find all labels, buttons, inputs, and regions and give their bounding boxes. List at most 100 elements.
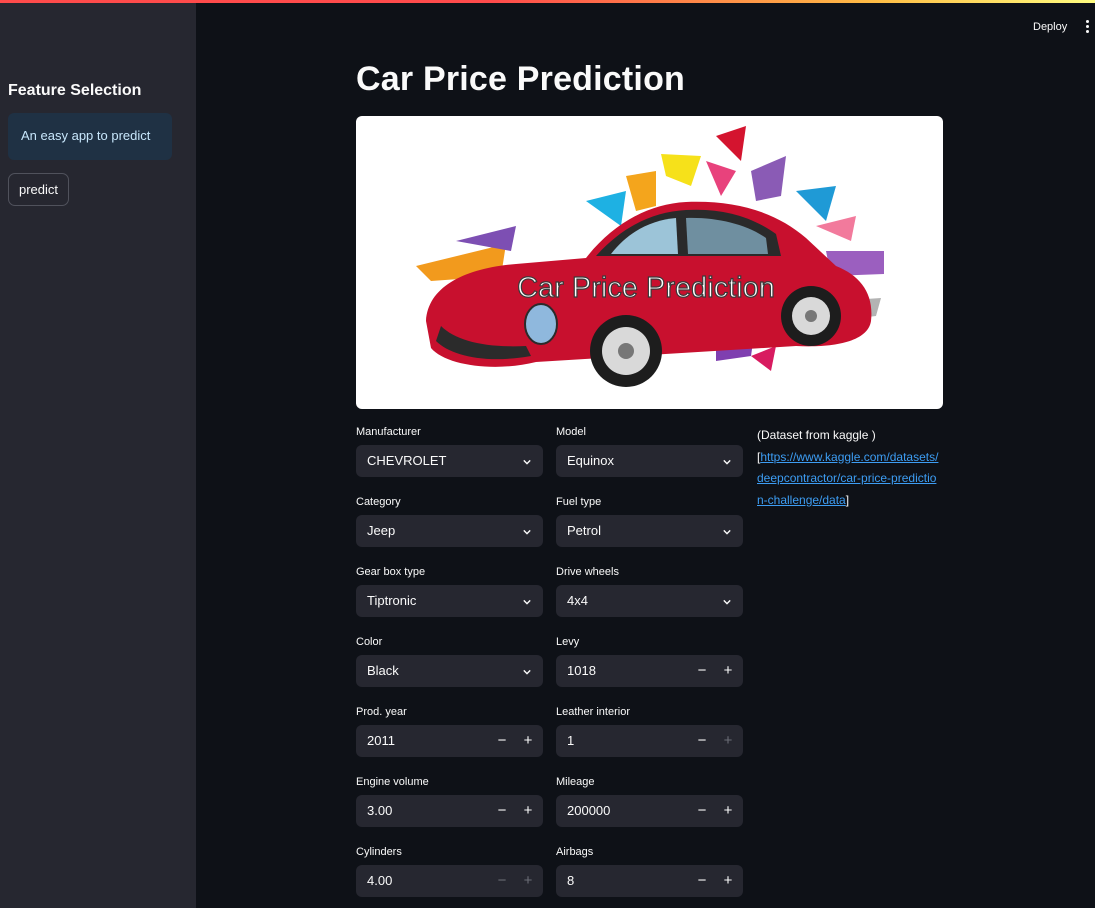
leather-interior-value: 1 [567,733,575,748]
drive-wheels-select[interactable]: 4x4 [556,585,743,617]
cylinders-value: 4.00 [367,873,393,888]
model-label: Model [556,426,586,438]
airbags-value: 8 [567,873,575,888]
color-field: Color Black [356,635,543,687]
levy-field: Levy 1018 − + [556,635,743,687]
prod-year-field: Prod. year 2011 − + [356,705,543,757]
banner-image: Car Price Prediction [356,116,943,409]
decor-shape [456,226,516,251]
drive-wheels-field: Drive wheels 4x4 [556,565,743,617]
model-select[interactable]: Equinox [556,445,743,477]
chevron-down-icon [523,599,531,605]
cylinders-field: Cylinders 4.00 − + [356,845,543,897]
category-select[interactable]: Jeep [356,515,543,547]
prod-year-input[interactable]: 2011 − + [356,725,543,757]
decor-shape [796,186,836,221]
decrement-button[interactable]: − [689,795,715,827]
cylinders-label: Cylinders [356,846,402,858]
dataset-note: (Dataset from kaggle ) [https://www.kagg… [757,425,942,511]
mileage-input[interactable]: 200000 − + [556,795,743,827]
mileage-field: Mileage 200000 − + [556,775,743,827]
decrement-button[interactable]: − [689,865,715,897]
increment-button[interactable]: + [715,655,741,687]
decor-shape [586,191,626,226]
fuel-type-value: Petrol [567,523,601,538]
engine-volume-field: Engine volume 3.00 − + [356,775,543,827]
mileage-value: 200000 [567,803,611,818]
banner-text: Car Price Prediction [517,272,775,304]
color-value: Black [367,663,399,678]
gear-box-label: Gear box type [356,566,426,578]
increment-button[interactable]: + [515,725,541,757]
fuel-type-label: Fuel type [556,496,602,508]
category-value: Jeep [367,523,396,538]
cylinders-input[interactable]: 4.00 − + [356,865,543,897]
manufacturer-label: Manufacturer [356,426,421,438]
color-label: Color [356,636,383,648]
increment-button[interactable]: + [715,865,741,897]
engine-volume-label: Engine volume [356,776,429,788]
decor-shape [706,161,736,196]
decor-shape [661,154,701,186]
prod-year-label: Prod. year [356,706,407,718]
increment-button[interactable]: + [715,725,741,757]
car-wheel [618,343,634,359]
model-value: Equinox [567,453,614,468]
gear-box-field: Gear box type Tiptronic [356,565,543,617]
decrement-button[interactable]: − [489,795,515,827]
decor-shape [716,126,746,161]
vertical-dots-icon[interactable] [1086,20,1090,34]
dataset-bracket-close: ] [845,492,850,507]
increment-button[interactable]: + [715,795,741,827]
category-field: Category Jeep [356,495,543,547]
leather-interior-label: Leather interior [556,706,630,718]
chevron-down-icon [523,669,531,675]
car-illustration: Car Price Prediction [416,126,884,387]
decrement-button[interactable]: − [489,865,515,897]
predict-button[interactable]: predict [8,173,69,206]
increment-button[interactable]: + [515,795,541,827]
decor-shape [751,346,776,371]
decor-shape [816,216,856,241]
airbags-input[interactable]: 8 − + [556,865,743,897]
manufacturer-select[interactable]: CHEVROLET [356,445,543,477]
car-wheel [805,310,817,322]
engine-volume-value: 3.00 [367,803,393,818]
sidebar: Feature Selection An easy app to predict… [0,3,196,908]
fuel-type-select[interactable]: Petrol [556,515,743,547]
manufacturer-value: CHEVROLET [367,453,447,468]
engine-volume-input[interactable]: 3.00 − + [356,795,543,827]
manufacturer-field: Manufacturer CHEVROLET [356,425,543,477]
decrement-button[interactable]: − [689,725,715,757]
prod-year-value: 2011 [367,733,395,748]
increment-button[interactable]: + [515,865,541,897]
decor-shape [626,171,656,211]
fuel-type-field: Fuel type Petrol [556,495,743,547]
chevron-down-icon [723,529,731,535]
car-headlight [524,303,558,345]
levy-value: 1018 [567,663,596,678]
leather-interior-input[interactable]: 1 − + [556,725,743,757]
drive-wheels-value: 4x4 [567,593,588,608]
chevron-down-icon [723,599,731,605]
levy-input[interactable]: 1018 − + [556,655,743,687]
sidebar-title: Feature Selection [8,82,142,99]
color-select[interactable]: Black [356,655,543,687]
page-title: Car Price Prediction [356,60,686,98]
deploy-button[interactable]: Deploy [1033,21,1067,33]
gear-box-select[interactable]: Tiptronic [356,585,543,617]
airbags-label: Airbags [556,846,594,858]
model-field: Model Equinox [556,425,743,477]
levy-label: Levy [556,636,580,648]
category-label: Category [356,496,401,508]
chevron-down-icon [523,459,531,465]
mileage-label: Mileage [556,776,595,788]
chevron-down-icon [723,459,731,465]
gear-box-value: Tiptronic [367,593,417,608]
drive-wheels-label: Drive wheels [556,566,619,578]
decrement-button[interactable]: − [689,655,715,687]
leather-interior-field: Leather interior 1 − + [556,705,743,757]
airbags-field: Airbags 8 − + [556,845,743,897]
info-alert: An easy app to predict [8,113,172,160]
decrement-button[interactable]: − [489,725,515,757]
